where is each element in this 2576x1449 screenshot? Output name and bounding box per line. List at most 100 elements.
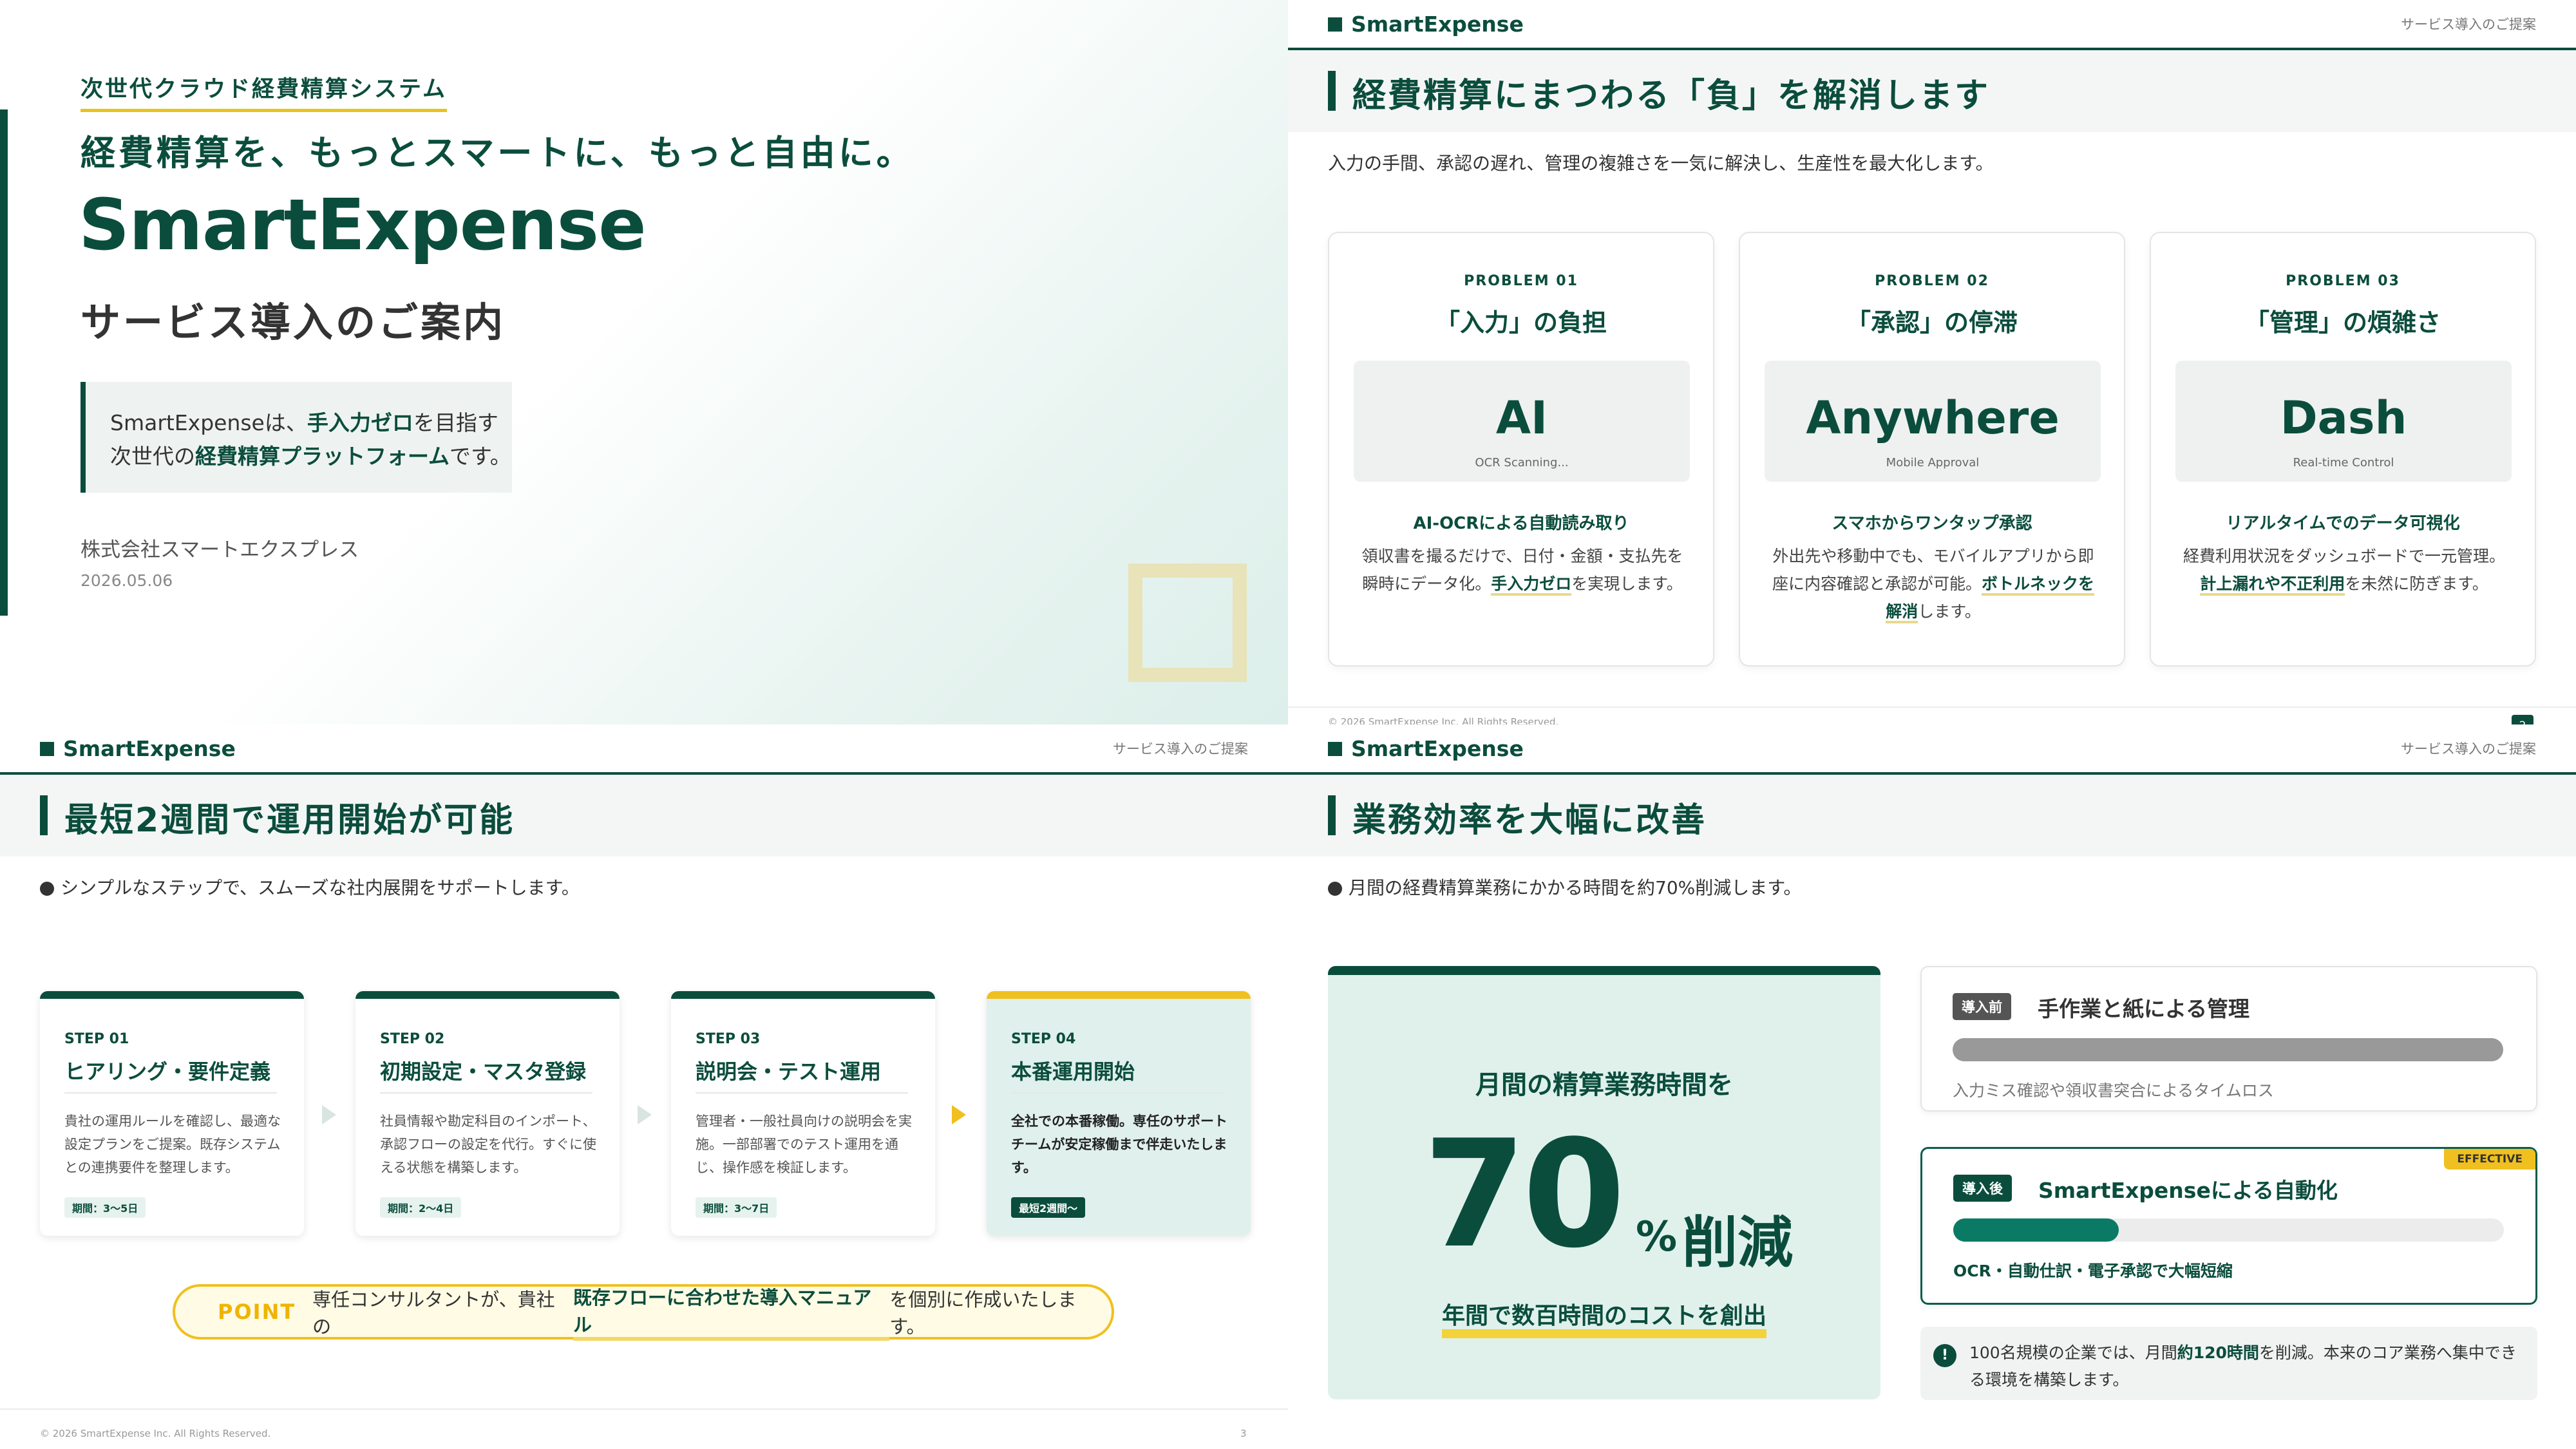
problem-card: PROBLEM 02 「承認」の停滞 Anywhere Mobile Appro… <box>1739 232 2125 667</box>
problem-title: 「入力」の負担 <box>1435 308 1607 337</box>
after-note: OCR・自動仕訳・電子承認で大幅短縮 <box>1953 1262 2233 1280</box>
intro-highlight: 経費精算プラットフォーム <box>195 444 450 469</box>
step-title: 本番運用開始 <box>1011 1059 1135 1084</box>
desc-text: します。 <box>1918 602 1981 621</box>
intro-text: SmartExpenseは、 <box>110 410 307 435</box>
problem-number: PROBLEM 02 <box>1875 273 1989 289</box>
logo-mark-icon <box>1328 17 1342 32</box>
info-highlight: 約120時間 <box>2177 1343 2259 1362</box>
step-number: STEP 04 <box>1011 1031 1076 1047</box>
slide-title: 経費精算にまつわる「負」を解消します <box>1352 77 1991 115</box>
header-label: サービス導入のご提案 <box>1113 741 1248 757</box>
header-label: サービス導入のご提案 <box>2401 741 2536 757</box>
desc-text: 外出先や移動中でも、モバイルアプリから即 <box>1772 547 2094 565</box>
logo-text: SmartExpense <box>1351 736 1524 761</box>
slide-efficiency: SmartExpense サービス導入のご提案 業務効率を大幅に改善 月間の経費… <box>1288 724 2576 1449</box>
cover-date: 2026.05.06 <box>80 571 173 590</box>
step-number: STEP 03 <box>696 1031 761 1047</box>
page-number: 2 <box>2512 715 2533 724</box>
step-description: 管理者・一般社員向けの説明会を実施。一部部署でのテスト運用を通じ、操作感を検証し… <box>696 1113 912 1175</box>
after-title: SmartExpenseによる自動化 <box>2038 1178 2338 1203</box>
intro-box: SmartExpenseは、手入力ゼロを目指す 次世代の経費精算プラットフォーム… <box>80 382 512 493</box>
reduction-subtext-content: 年間で数百時間のコストを創出 <box>1441 1303 1766 1338</box>
info-note: ! 100名規模の企業では、月間約120時間を削減。本来のコア業務へ集中できる環… <box>1920 1327 2537 1400</box>
visual-caption: OCR Scanning... <box>1475 456 1569 469</box>
lead-text: シンプルなステップで、スムーズな社内展開をサポートします。 <box>40 874 580 900</box>
lead-text-content: 月間の経費精算業務にかかる時間を約70%削減します。 <box>1349 877 1802 898</box>
step-period: 期間：3〜5日 <box>64 1197 146 1218</box>
step-period: 最短2週間〜 <box>1011 1197 1086 1218</box>
before-tag: 導入前 <box>1953 993 2011 1020</box>
desc-text: 領収書を撮るだけで、日付・金額・支払先を <box>1361 547 1683 565</box>
step-description: 貴社の運用ルールを確認し、最適な設定プランをご提案。既存システムとの連携要件を整… <box>64 1113 281 1175</box>
problem-visual: AI OCR Scanning... <box>1354 361 1690 482</box>
logo-mark-icon <box>1328 741 1342 756</box>
slide-title: 最短2週間で運用開始が可能 <box>64 801 515 840</box>
logo-text: SmartExpense <box>1351 12 1524 37</box>
desc-highlight: 手入力ゼロ <box>1491 574 1572 596</box>
desc-text: 座に内容確認と承認が可能。 <box>1772 574 1982 593</box>
visual-keyword: Anywhere <box>1806 392 2060 444</box>
visual-caption: Mobile Approval <box>1886 456 1980 469</box>
step-title: ヒアリング・要件定義 <box>64 1059 271 1084</box>
desc-text: 瞬時にデータ化。 <box>1362 574 1492 593</box>
after-bar-fill <box>1953 1218 2119 1242</box>
slide-title: 業務効率を大幅に改善 <box>1352 801 1707 840</box>
after-bar-track <box>1953 1218 2504 1242</box>
intro-text: を目指す <box>413 410 498 435</box>
chevron-right-icon <box>638 1105 652 1124</box>
desc-highlight: 計上漏れや不正利用 <box>2200 574 2345 596</box>
footer-divider <box>0 1408 1288 1410</box>
step-card: STEP 01 ヒアリング・要件定義 貴社の運用ルールを確認し、最適な設定プラン… <box>40 991 304 1236</box>
solution-description: 外出先や移動中でも、モバイルアプリから即 座に内容確認と承認が可能。ボトルネックを… <box>1766 542 2101 625</box>
company-name: 株式会社スマートエクスプレス <box>80 538 359 562</box>
step-period: 期間：3〜7日 <box>696 1197 777 1218</box>
point-text: 専任コンサルタントが、貴社の <box>312 1289 555 1338</box>
cover-tagline: 経費精算を、もっとスマートに、もっと自由に。 <box>80 133 914 173</box>
problem-number: PROBLEM 03 <box>2286 273 2400 289</box>
header-logo: SmartExpense <box>1328 736 1524 761</box>
bullet-icon <box>1328 882 1342 896</box>
accent-bar <box>0 109 8 616</box>
header-logo: SmartExpense <box>1328 12 1524 37</box>
point-highlight: 既存フローに合わせた導入マニュアル <box>573 1283 890 1341</box>
step-divider <box>64 1092 277 1094</box>
problem-visual: Anywhere Mobile Approval <box>1765 361 2101 482</box>
info-text-part: 100名規模の企業では、月間 <box>1969 1343 2177 1362</box>
visual-caption: Real-time Control <box>2293 456 2394 469</box>
header-label: サービス導入のご提案 <box>2401 17 2536 32</box>
before-bar-fill <box>1953 1038 2503 1061</box>
exclamation-icon: ! <box>1933 1344 1956 1367</box>
chevron-right-icon <box>952 1105 966 1124</box>
lead-text-content: シンプルなステップで、スムーズな社内展開をサポートします。 <box>61 877 580 898</box>
problem-card: PROBLEM 01 「入力」の負担 AI OCR Scanning... AI… <box>1328 232 1714 667</box>
title-band: 業務効率を大幅に改善 <box>1288 775 2576 857</box>
step-divider <box>696 1092 908 1094</box>
visual-keyword: Dash <box>2280 392 2407 444</box>
chevron-right-icon <box>322 1105 336 1124</box>
title-bar <box>40 795 48 835</box>
slide-steps: SmartExpense サービス導入のご提案 最短2週間で運用開始が可能 シン… <box>0 724 1288 1449</box>
visual-keyword: AI <box>1495 392 1548 444</box>
step-number: STEP 02 <box>380 1031 445 1047</box>
step-title: 説明会・テスト運用 <box>696 1059 882 1084</box>
solution-description: 領収書を撮るだけで、日付・金額・支払先を 瞬時にデータ化。手入力ゼロを実現します。 <box>1355 542 1690 598</box>
problem-title: 「承認」の停滞 <box>1846 308 2018 337</box>
page-number: 3 <box>1240 1428 1247 1439</box>
step-card: STEP 02 初期設定・マスタ登録 社員情報や勘定科目のインポート、承認フロー… <box>355 991 620 1236</box>
step-divider <box>1011 1092 1224 1094</box>
problem-visual: Dash Real-time Control <box>2175 361 2512 482</box>
bullet-icon <box>40 882 54 896</box>
header-logo: SmartExpense <box>40 736 236 761</box>
title-band: 経費精算にまつわる「負」を解消します <box>1288 50 2576 132</box>
intro-text: 次世代の <box>110 444 195 469</box>
title-bar <box>1328 71 1336 111</box>
solution-heading: リアルタイムでのデータ可視化 <box>2226 514 2460 533</box>
slide-cover: 次世代クラウド経費精算システム 経費精算を、もっとスマートに、もっと自由に。 S… <box>0 0 1288 724</box>
problem-card: PROBLEM 03 「管理」の煩雑さ Dash Real-time Contr… <box>2150 232 2536 667</box>
solution-heading: スマホからワンタップ承認 <box>1832 514 2032 533</box>
reduction-word: 削減 <box>1682 1211 1793 1275</box>
lead-text: 入力の手間、承認の遅れ、管理の複雑さを一気に解決し、生産性を最大化します。 <box>1328 153 1994 174</box>
info-text: 100名規模の企業では、月間約120時間を削減。本来のコア業務へ集中できる環境を… <box>1969 1340 2517 1394</box>
before-bar-track <box>1953 1038 2503 1061</box>
